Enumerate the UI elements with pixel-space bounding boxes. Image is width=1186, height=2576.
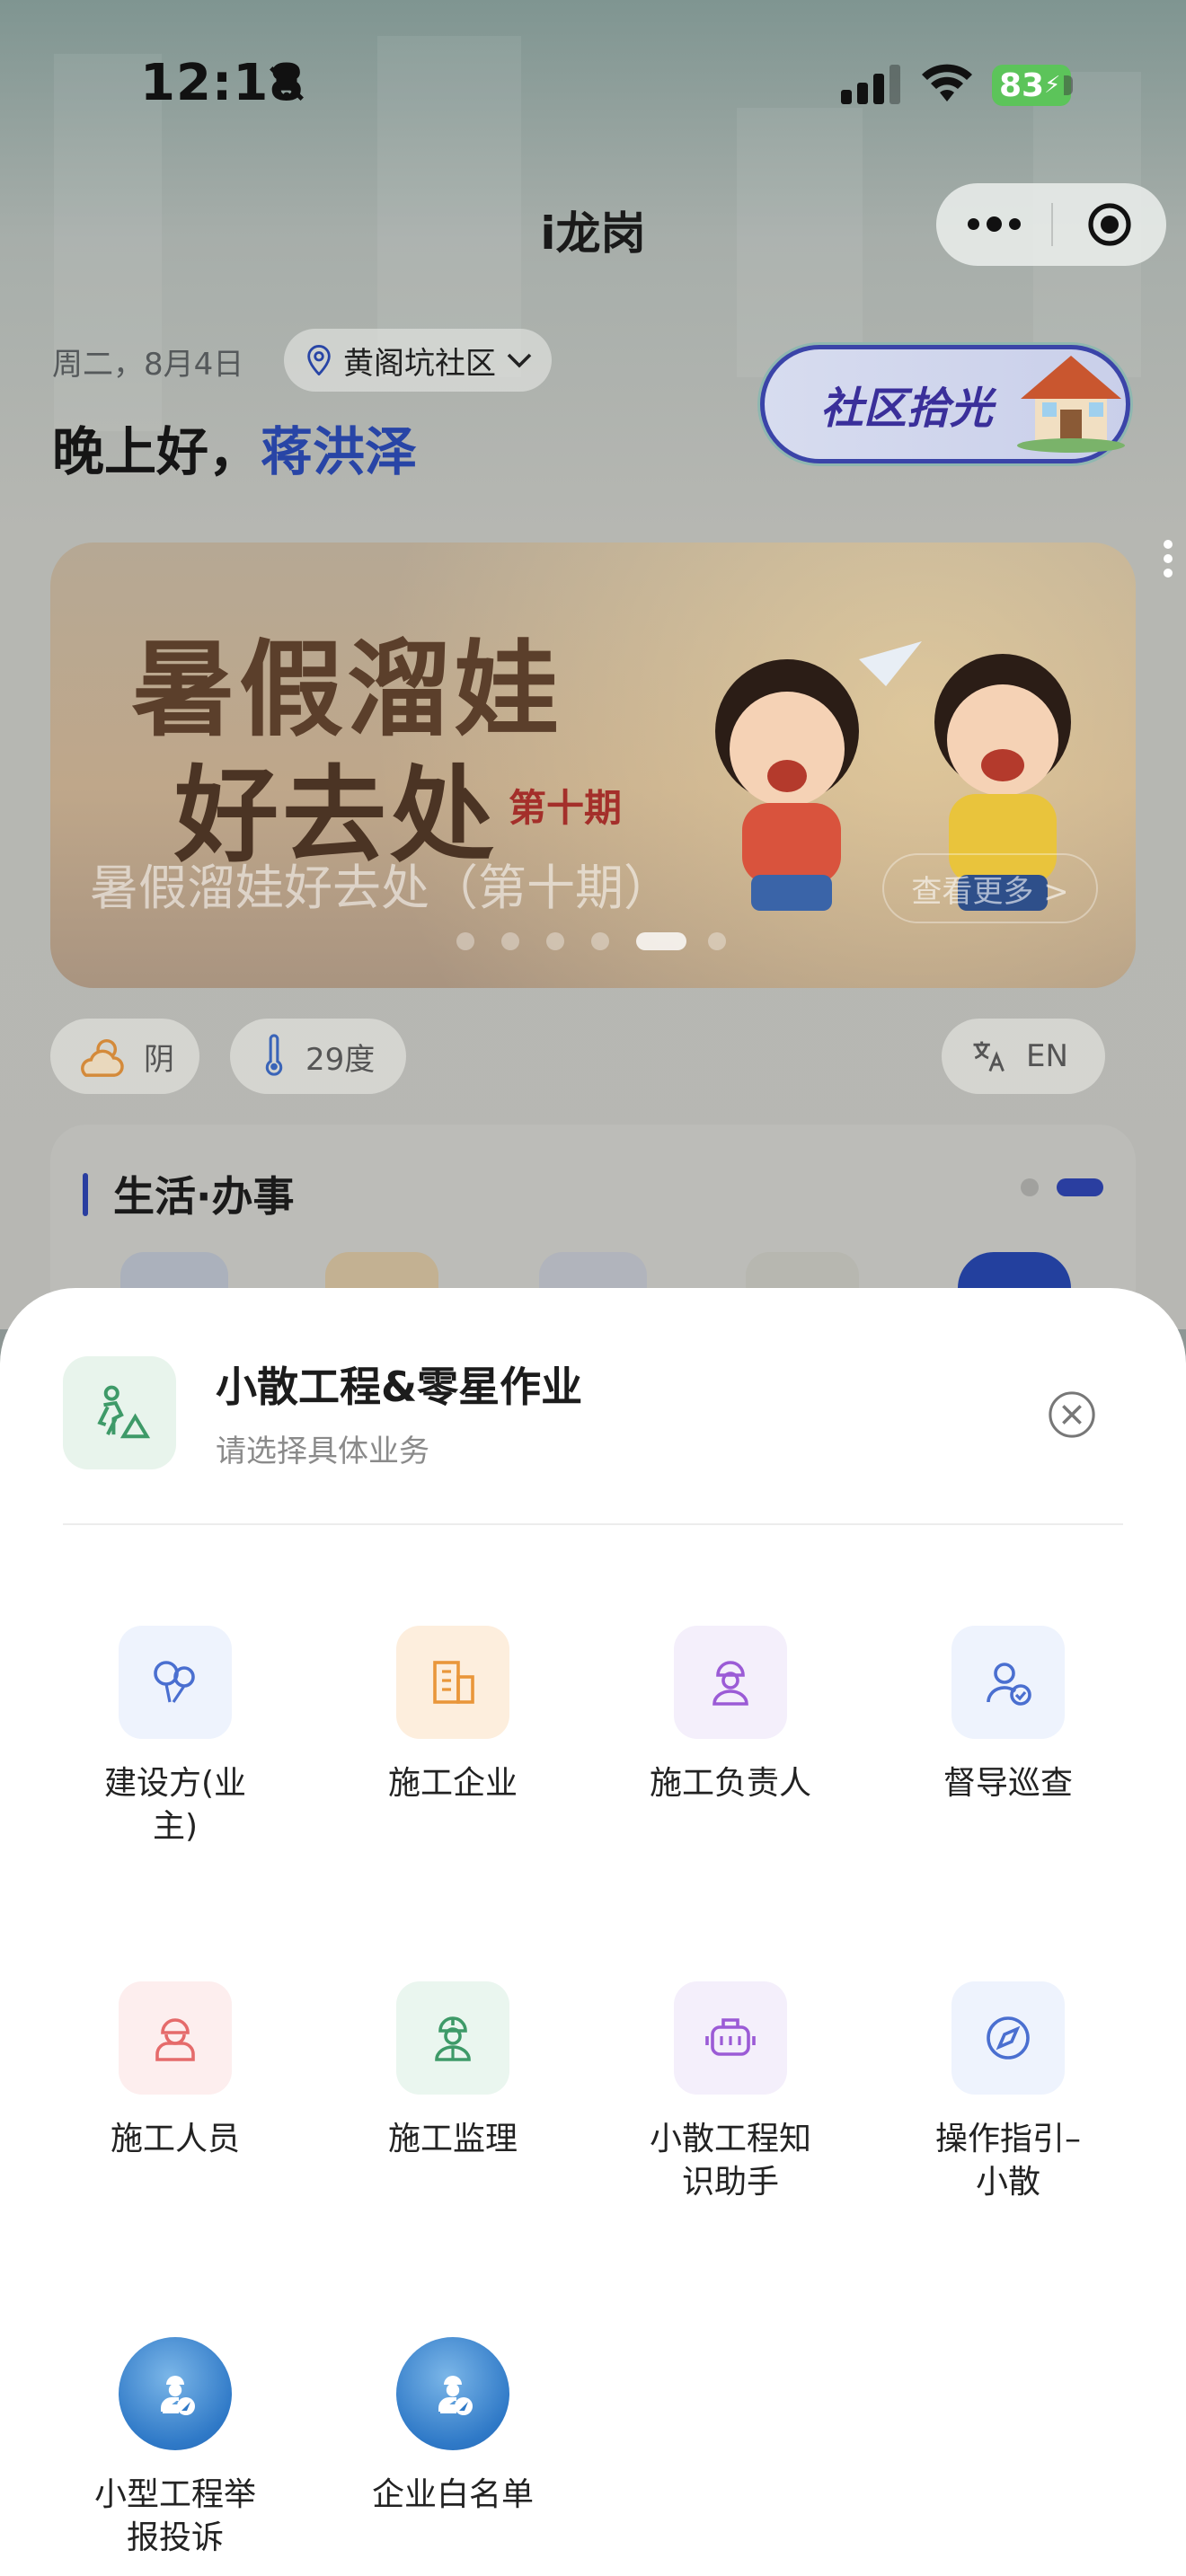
business-item[interactable]: 小散工程知识助手 [627,1981,834,2204]
bell-muted-icon [270,66,304,101]
construction-worker-digging-icon [97,1385,151,1439]
carousel-dot-active[interactable] [636,932,686,950]
officer-avatar-icon [396,2337,509,2450]
user-name: 蒋洪泽 [261,421,418,482]
business-item-label: 建设方(业主) [103,1765,247,1845]
carousel-dot[interactable] [546,932,564,950]
business-item[interactable]: 施工负责人 [627,1626,834,1805]
business-item-label: 小型工程举报投诉 [93,2476,256,2556]
business-item-label: 施工企业 [387,1765,518,1802]
business-item[interactable]: 施工企业 [350,1626,556,1805]
view-more-button[interactable]: 查看更多 > [882,853,1098,923]
business-item-label: 督导巡查 [943,1765,1073,1802]
charging-bolt-icon: ⚡ [1044,72,1061,99]
weather-chip[interactable]: 阴 [50,1019,199,1094]
carousel-dot[interactable] [456,932,474,950]
business-item[interactable]: 施工人员 [72,1981,279,2161]
business-item-label: 施工负责人 [649,1765,811,1802]
language-switch[interactable]: EN [942,1019,1105,1094]
promo-banner[interactable]: 暑假溜娃 好去处 第十期 暑假溜娃好去处（第十期） 查看更多 > [50,543,1136,988]
location-selector[interactable]: 黄阁坑社区 [284,329,552,392]
sheet-subtitle: 请选择具体业务 [216,1434,429,1469]
cloudy-icon [81,1038,124,1077]
compass-icon [951,1981,1065,2095]
construction-worker-icon [119,1981,232,2095]
user-check-icon [951,1626,1065,1739]
sheet-divider [63,1523,1123,1525]
life-services-title: 生活·办事 [113,1172,295,1221]
battery-indicator: 83 ⚡ [992,65,1071,106]
temperature-chip[interactable]: 29度 [230,1019,406,1094]
temperature-label: 29度 [305,1041,376,1078]
thermometer-icon [265,1034,283,1076]
battery-level: 83 [999,66,1045,104]
balloons-icon [119,1626,232,1739]
worker-helmet-icon [674,1626,787,1739]
signal-icon [841,65,900,104]
robot-icon [674,1981,787,2095]
weather-label: 阴 [144,1041,174,1078]
chevron-down-icon [507,353,532,368]
house-icon [1017,356,1125,453]
carousel-dot[interactable] [708,932,726,950]
wifi-icon [922,64,972,101]
greeting-text: 晚上好， [52,421,261,482]
location-label: 黄阁坑社区 [343,345,496,382]
business-item[interactable]: 企业白名单 [350,2337,556,2517]
business-item-label: 企业白名单 [371,2476,534,2513]
supervisor-icon [396,1981,509,2095]
page-dot-active[interactable] [1057,1178,1103,1196]
sheet-title: 小散工程&零星作业 [216,1363,583,1411]
close-icon[interactable] [1048,1390,1096,1439]
business-item[interactable]: 建设方(业主) [72,1626,279,1848]
building-icon [396,1626,509,1739]
carousel-dot[interactable] [501,932,519,950]
date-label: 周二，8月4日 [52,347,244,383]
officer-avatar-icon [119,2337,232,2450]
more-options-button[interactable] [936,216,1051,232]
section-accent-bar [83,1173,88,1216]
target-icon [1088,203,1131,246]
business-item-label: 施工人员 [110,2121,240,2157]
exit-button[interactable] [1053,201,1166,248]
mini-program-capsule [936,183,1166,266]
language-label: EN [1026,1038,1068,1074]
translate-icon [973,1041,1005,1072]
page-dot[interactable] [1021,1178,1039,1196]
business-item-label: 小散工程知识助手 [649,2121,811,2201]
business-item[interactable]: 施工监理 [350,1981,556,2161]
greeting: 晚上好，蒋洪泽 [52,410,417,485]
sheet-header-icon [63,1356,176,1469]
carousel-dot[interactable] [591,932,609,950]
business-item[interactable]: 小型工程举报投诉 [72,2337,279,2560]
business-item-label: 施工监理 [387,2121,518,2157]
banner-caption: 暑假溜娃好去处（第十期） [90,860,672,916]
business-item[interactable]: 操作指引–小散 [905,1981,1111,2204]
business-item-label: 操作指引–小散 [934,2121,1081,2201]
banner-art-issue: 第十期 [509,786,623,830]
location-pin-icon [307,345,331,375]
battery-tip [1064,75,1073,95]
app-title: i龙岗 [540,207,646,260]
scroll-handle-icon[interactable] [1163,539,1173,578]
community-light-label: 社区拾光 [820,384,994,434]
business-item[interactable]: 督导巡查 [905,1626,1111,1805]
